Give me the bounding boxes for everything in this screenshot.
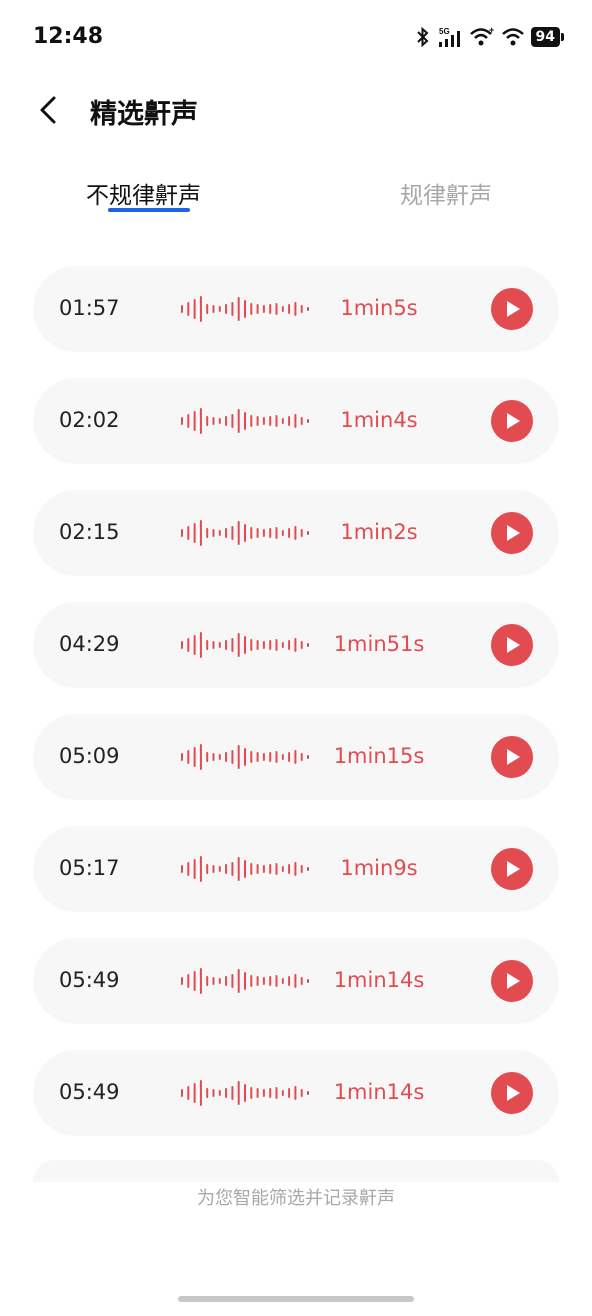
wifi-icon: + <box>469 26 494 46</box>
svg-text:+: + <box>489 26 494 35</box>
status-time: 12:48 <box>33 24 104 49</box>
recording-time: 05:49 <box>59 1080 120 1104</box>
footer-text: 为您智能筛选并记录鼾声 <box>197 1188 395 1209</box>
bluetooth-icon <box>416 26 428 48</box>
back-arrow-icon <box>40 96 56 124</box>
list-item-partial <box>33 1160 559 1182</box>
play-button[interactable] <box>491 400 533 442</box>
list-item[interactable]: 05:17 1min9s <box>33 826 559 912</box>
waveform-icon <box>181 856 309 882</box>
page-title: 精选鼾声 <box>90 99 198 130</box>
play-button[interactable] <box>491 848 533 890</box>
list-item[interactable]: 05:49 1min14s <box>33 1050 559 1136</box>
recording-duration: 1min4s <box>340 408 418 432</box>
recording-time: 05:17 <box>59 856 120 880</box>
waveform-icon <box>181 1080 309 1106</box>
battery-indicator: 94 <box>530 27 565 47</box>
tab-irregular-snoring[interactable]: 不规律鼾声 <box>86 176 201 210</box>
play-button[interactable] <box>491 1072 533 1114</box>
tab-indicator <box>108 208 190 212</box>
recording-duration: 1min5s <box>340 296 418 320</box>
recording-time: 04:29 <box>59 632 120 656</box>
play-button[interactable] <box>491 960 533 1002</box>
recording-time: 02:02 <box>59 408 120 432</box>
recording-duration: 1min14s <box>333 968 425 992</box>
recording-time: 05:09 <box>59 744 120 768</box>
list-item[interactable]: 05:49 1min14s <box>33 938 559 1024</box>
waveform-icon <box>181 520 309 546</box>
waveform-icon <box>181 968 309 994</box>
list-item[interactable]: 02:02 1min4s <box>33 378 559 464</box>
back-button[interactable] <box>32 92 68 128</box>
header: 精选鼾声 <box>0 80 592 140</box>
play-button[interactable] <box>491 288 533 330</box>
waveform-icon <box>181 408 309 434</box>
waveform-icon <box>181 296 309 322</box>
tab-regular-snoring[interactable]: 规律鼾声 <box>400 176 492 210</box>
recording-duration: 1min51s <box>333 632 425 656</box>
recording-duration: 1min2s <box>340 520 418 544</box>
home-indicator <box>178 1296 414 1302</box>
recording-duration: 1min15s <box>333 744 425 768</box>
recording-time: 01:57 <box>59 296 120 320</box>
play-button[interactable] <box>491 512 533 554</box>
tab-bar: 不规律鼾声 规律鼾声 <box>0 172 592 220</box>
list-item[interactable]: 04:29 1min51s <box>33 602 559 688</box>
wifi-icon <box>501 28 524 46</box>
recording-time: 02:15 <box>59 520 120 544</box>
status-bar: 12:48 5G + 94 <box>0 0 592 74</box>
recording-duration: 1min9s <box>340 856 418 880</box>
list-item[interactable]: 01:57 1min5s <box>33 266 559 352</box>
list-item[interactable]: 05:09 1min15s <box>33 714 559 800</box>
waveform-icon <box>181 632 309 658</box>
status-icons: 5G + 94 <box>415 24 565 50</box>
recording-time: 05:49 <box>59 968 120 992</box>
network-label: 5G <box>439 27 450 36</box>
list-item[interactable]: 02:15 1min2s <box>33 490 559 576</box>
play-button[interactable] <box>491 624 533 666</box>
waveform-icon <box>181 744 309 770</box>
recording-duration: 1min14s <box>333 1080 425 1104</box>
recording-list: 01:57 1min5s 02:02 1min4s 02:15 1min2s 04:29 1m… <box>33 266 559 1162</box>
play-button[interactable] <box>491 736 533 778</box>
signal-icon: 5G <box>438 27 460 47</box>
